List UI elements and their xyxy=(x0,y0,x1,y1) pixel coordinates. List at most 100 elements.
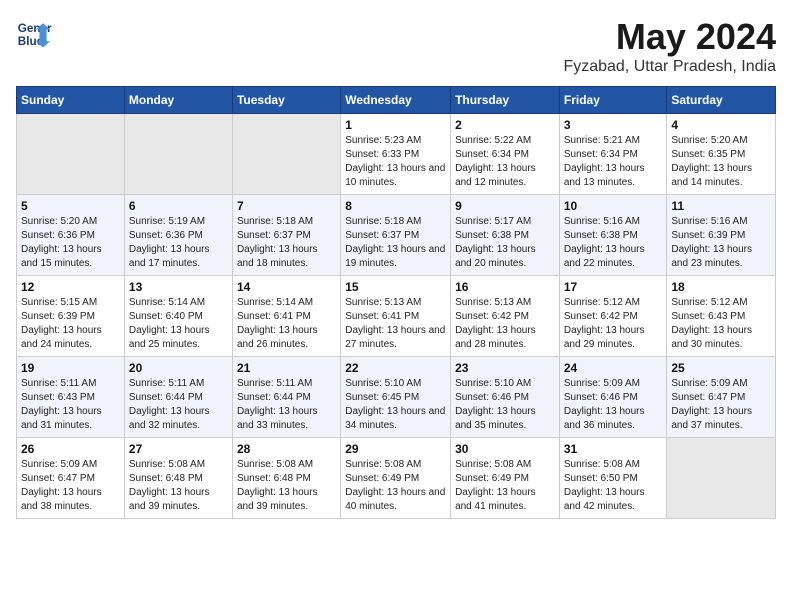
calendar-week-2: 5Sunrise: 5:20 AMSunset: 6:36 PMDaylight… xyxy=(17,195,776,276)
day-info: Sunrise: 5:17 AMSunset: 6:38 PMDaylight:… xyxy=(455,215,555,271)
logo-icon: General Blue xyxy=(16,16,52,52)
calendar-cell: 5Sunrise: 5:20 AMSunset: 6:36 PMDaylight… xyxy=(17,195,125,276)
calendar-cell: 1 Sunrise: 5:23 AMSunset: 6:33 PMDaylight… xyxy=(341,114,451,195)
calendar-cell: 14 Sunrise: 5:14 AMSunset: 6:41 PMDayligh… xyxy=(232,276,340,357)
calendar-cell: 20 Sunrise: 5:11 AMSunset: 6:44 PMDayligh… xyxy=(124,357,232,438)
calendar-cell: 26 Sunrise: 5:09 AMSunset: 6:47 PMDayligh… xyxy=(17,438,125,519)
calendar-cell: 15Sunrise: 5:13 AMSunset: 6:41 PMDayligh… xyxy=(341,276,451,357)
day-info: Sunrise: 5:09 AMSunset: 6:47 PMDaylight:… xyxy=(21,458,120,514)
calendar-cell: 25 Sunrise: 5:09 AMSunset: 6:47 PMDayligh… xyxy=(667,357,776,438)
calendar-cell: 2Sunrise: 5:22 AMSunset: 6:34 PMDaylight… xyxy=(451,114,560,195)
day-info: Sunrise: 5:21 AMSunset: 6:34 PMDaylight:… xyxy=(564,134,663,190)
day-info: Sunrise: 5:11 AMSunset: 6:44 PMDaylight:… xyxy=(129,377,228,433)
day-number: 2 xyxy=(455,118,555,132)
day-info: Sunrise: 5:19 AMSunset: 6:36 PMDaylight:… xyxy=(129,215,228,271)
calendar-cell: 27 Sunrise: 5:08 AMSunset: 6:48 PMDayligh… xyxy=(124,438,232,519)
day-number: 16 xyxy=(455,280,555,294)
day-number: 22 xyxy=(345,361,446,375)
day-number: 17 xyxy=(564,280,663,294)
calendar-cell: 8Sunrise: 5:18 AMSunset: 6:37 PMDaylight… xyxy=(341,195,451,276)
calendar-cell: 18Sunrise: 5:12 AMSunset: 6:43 PMDayligh… xyxy=(667,276,776,357)
day-info: Sunrise: 5:10 AMSunset: 6:46 PMDaylight:… xyxy=(455,377,555,433)
calendar-cell: 22 Sunrise: 5:10 AMSunset: 6:45 PMDayligh… xyxy=(341,357,451,438)
day-info: Sunrise: 5:13 AMSunset: 6:42 PMDaylight:… xyxy=(455,296,555,352)
weekday-header-monday: Monday xyxy=(124,87,232,114)
day-number: 11 xyxy=(671,199,771,213)
weekday-header-row: SundayMondayTuesdayWednesdayThursdayFrid… xyxy=(17,87,776,114)
day-number: 5 xyxy=(21,199,120,213)
day-number: 23 xyxy=(455,361,555,375)
calendar-cell: 3 Sunrise: 5:21 AMSunset: 6:34 PMDaylight… xyxy=(559,114,667,195)
calendar-cell xyxy=(17,114,125,195)
calendar-cell: 17 Sunrise: 5:12 AMSunset: 6:42 PMDayligh… xyxy=(559,276,667,357)
day-number: 29 xyxy=(345,442,446,456)
day-number: 4 xyxy=(671,118,771,132)
day-info: Sunrise: 5:09 AMSunset: 6:47 PMDaylight:… xyxy=(671,377,771,433)
calendar-cell: 24 Sunrise: 5:09 AMSunset: 6:46 PMDayligh… xyxy=(559,357,667,438)
calendar-cell: 6 Sunrise: 5:19 AMSunset: 6:36 PMDaylight… xyxy=(124,195,232,276)
weekday-header-sunday: Sunday xyxy=(17,87,125,114)
day-number: 28 xyxy=(237,442,336,456)
calendar-cell xyxy=(124,114,232,195)
calendar-cell: 28 Sunrise: 5:08 AMSunset: 6:48 PMDayligh… xyxy=(232,438,340,519)
day-info: Sunrise: 5:11 AMSunset: 6:43 PMDaylight:… xyxy=(21,377,120,433)
calendar-cell: 10 Sunrise: 5:16 AMSunset: 6:38 PMDayligh… xyxy=(559,195,667,276)
day-number: 21 xyxy=(237,361,336,375)
day-info: Sunrise: 5:12 AMSunset: 6:42 PMDaylight:… xyxy=(564,296,663,352)
day-number: 13 xyxy=(129,280,228,294)
day-info: Sunrise: 5:11 AMSunset: 6:44 PMDaylight:… xyxy=(237,377,336,433)
calendar-cell: 23 Sunrise: 5:10 AMSunset: 6:46 PMDayligh… xyxy=(451,357,560,438)
calendar-cell: 7 Sunrise: 5:18 AMSunset: 6:37 PMDaylight… xyxy=(232,195,340,276)
day-number: 19 xyxy=(21,361,120,375)
day-number: 10 xyxy=(564,199,663,213)
day-number: 26 xyxy=(21,442,120,456)
day-number: 27 xyxy=(129,442,228,456)
day-info: Sunrise: 5:08 AMSunset: 6:48 PMDaylight:… xyxy=(129,458,228,514)
day-number: 7 xyxy=(237,199,336,213)
day-info: Sunrise: 5:08 AMSunset: 6:48 PMDaylight:… xyxy=(237,458,336,514)
calendar-cell: 4 Sunrise: 5:20 AMSunset: 6:35 PMDaylight… xyxy=(667,114,776,195)
day-info: Sunrise: 5:08 AMSunset: 6:50 PMDaylight:… xyxy=(564,458,663,514)
day-info: Sunrise: 5:20 AMSunset: 6:35 PMDaylight:… xyxy=(671,134,771,190)
calendar-cell: 31Sunrise: 5:08 AMSunset: 6:50 PMDayligh… xyxy=(559,438,667,519)
subtitle: Fyzabad, Uttar Pradesh, India xyxy=(563,58,776,76)
day-info: Sunrise: 5:16 AMSunset: 6:39 PMDaylight:… xyxy=(671,215,771,271)
calendar-cell: 11 Sunrise: 5:16 AMSunset: 6:39 PMDayligh… xyxy=(667,195,776,276)
day-number: 25 xyxy=(671,361,771,375)
weekday-header-saturday: Saturday xyxy=(667,87,776,114)
day-number: 6 xyxy=(129,199,228,213)
weekday-header-thursday: Thursday xyxy=(451,87,560,114)
day-info: Sunrise: 5:18 AMSunset: 6:37 PMDaylight:… xyxy=(237,215,336,271)
title-area: May 2024 Fyzabad, Uttar Pradesh, India xyxy=(563,16,776,76)
day-number: 30 xyxy=(455,442,555,456)
weekday-header-tuesday: Tuesday xyxy=(232,87,340,114)
weekday-header-friday: Friday xyxy=(559,87,667,114)
day-number: 24 xyxy=(564,361,663,375)
calendar-week-4: 19 Sunrise: 5:11 AMSunset: 6:43 PMDayligh… xyxy=(17,357,776,438)
calendar-cell: 30 Sunrise: 5:08 AMSunset: 6:49 PMDayligh… xyxy=(451,438,560,519)
day-number: 12 xyxy=(21,280,120,294)
day-number: 15 xyxy=(345,280,446,294)
day-number: 1 xyxy=(345,118,446,132)
day-number: 9 xyxy=(455,199,555,213)
calendar-table: SundayMondayTuesdayWednesdayThursdayFrid… xyxy=(16,86,776,519)
day-info: Sunrise: 5:15 AMSunset: 6:39 PMDaylight:… xyxy=(21,296,120,352)
day-info: Sunrise: 5:16 AMSunset: 6:38 PMDaylight:… xyxy=(564,215,663,271)
calendar-cell: 19 Sunrise: 5:11 AMSunset: 6:43 PMDayligh… xyxy=(17,357,125,438)
day-info: Sunrise: 5:08 AMSunset: 6:49 PMDaylight:… xyxy=(455,458,555,514)
logo: General Blue xyxy=(16,16,52,52)
day-info: Sunrise: 5:09 AMSunset: 6:46 PMDaylight:… xyxy=(564,377,663,433)
calendar-cell: 29 Sunrise: 5:08 AMSunset: 6:49 PMDayligh… xyxy=(341,438,451,519)
day-number: 3 xyxy=(564,118,663,132)
day-info: Sunrise: 5:23 AMSunset: 6:33 PMDaylight:… xyxy=(345,134,446,190)
day-number: 18 xyxy=(671,280,771,294)
calendar-week-1: 1 Sunrise: 5:23 AMSunset: 6:33 PMDaylight… xyxy=(17,114,776,195)
day-number: 14 xyxy=(237,280,336,294)
day-info: Sunrise: 5:14 AMSunset: 6:41 PMDaylight:… xyxy=(237,296,336,352)
day-info: Sunrise: 5:08 AMSunset: 6:49 PMDaylight:… xyxy=(345,458,446,514)
day-info: Sunrise: 5:14 AMSunset: 6:40 PMDaylight:… xyxy=(129,296,228,352)
calendar-week-3: 12 Sunrise: 5:15 AMSunset: 6:39 PMDayligh… xyxy=(17,276,776,357)
day-number: 20 xyxy=(129,361,228,375)
day-info: Sunrise: 5:10 AMSunset: 6:45 PMDaylight:… xyxy=(345,377,446,433)
main-title: May 2024 xyxy=(563,16,776,58)
